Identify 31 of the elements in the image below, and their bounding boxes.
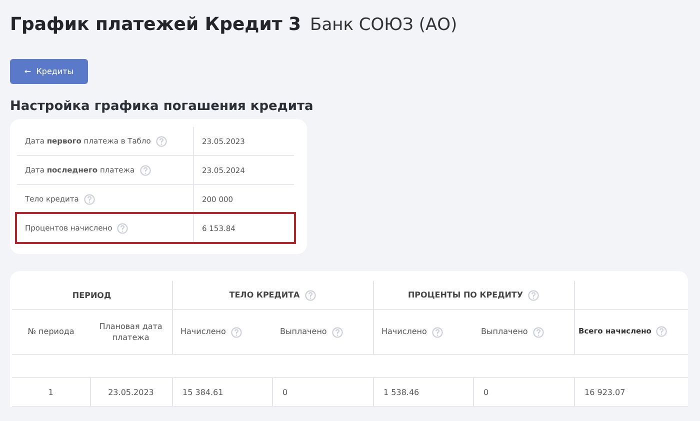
- table-cell: 16 923.07: [584, 388, 626, 396]
- table-cell: 1 538.46: [384, 388, 420, 396]
- help-icon[interactable]: [117, 222, 128, 234]
- help-icon[interactable]: [432, 326, 443, 338]
- help-icon[interactable]: [656, 326, 668, 338]
- help-icon[interactable]: [332, 326, 343, 338]
- table-cell: 0: [282, 388, 288, 396]
- column-header: Выплачено: [481, 327, 528, 336]
- help-icon[interactable]: [532, 326, 544, 338]
- table-cell: 23.05.2023: [108, 388, 154, 396]
- page-title: График платежей Кредит 3: [10, 14, 302, 35]
- back-button[interactable]: ← Кредиты: [10, 59, 88, 84]
- column-header: Начислено: [180, 327, 226, 336]
- group-header: ПРОЦЕНТЫ ПО КРЕДИТУ: [408, 290, 524, 300]
- help-icon[interactable]: [230, 326, 242, 338]
- help-icon[interactable]: [304, 290, 316, 300]
- table-cell: 15 384.61: [182, 388, 224, 396]
- column-header: Плановая дата платежа: [99, 322, 162, 342]
- column-header: Выплачено: [280, 327, 327, 336]
- column-header: № периода: [28, 327, 74, 336]
- group-header: ПЕРИОД: [72, 290, 112, 300]
- help-icon[interactable]: [156, 136, 167, 146]
- help-icon[interactable]: [140, 164, 151, 176]
- help-icon[interactable]: [84, 194, 95, 204]
- table-cell: 1: [48, 388, 54, 396]
- section-title: Настройка графика погашения кредита: [10, 99, 314, 114]
- table-cell: 0: [484, 388, 489, 396]
- column-header: Начислено: [382, 327, 427, 336]
- help-icon[interactable]: [528, 290, 540, 300]
- bank-name: Банк СОЮЗ (АО): [310, 15, 458, 35]
- group-header: ТЕЛО КРЕДИТА: [229, 290, 300, 300]
